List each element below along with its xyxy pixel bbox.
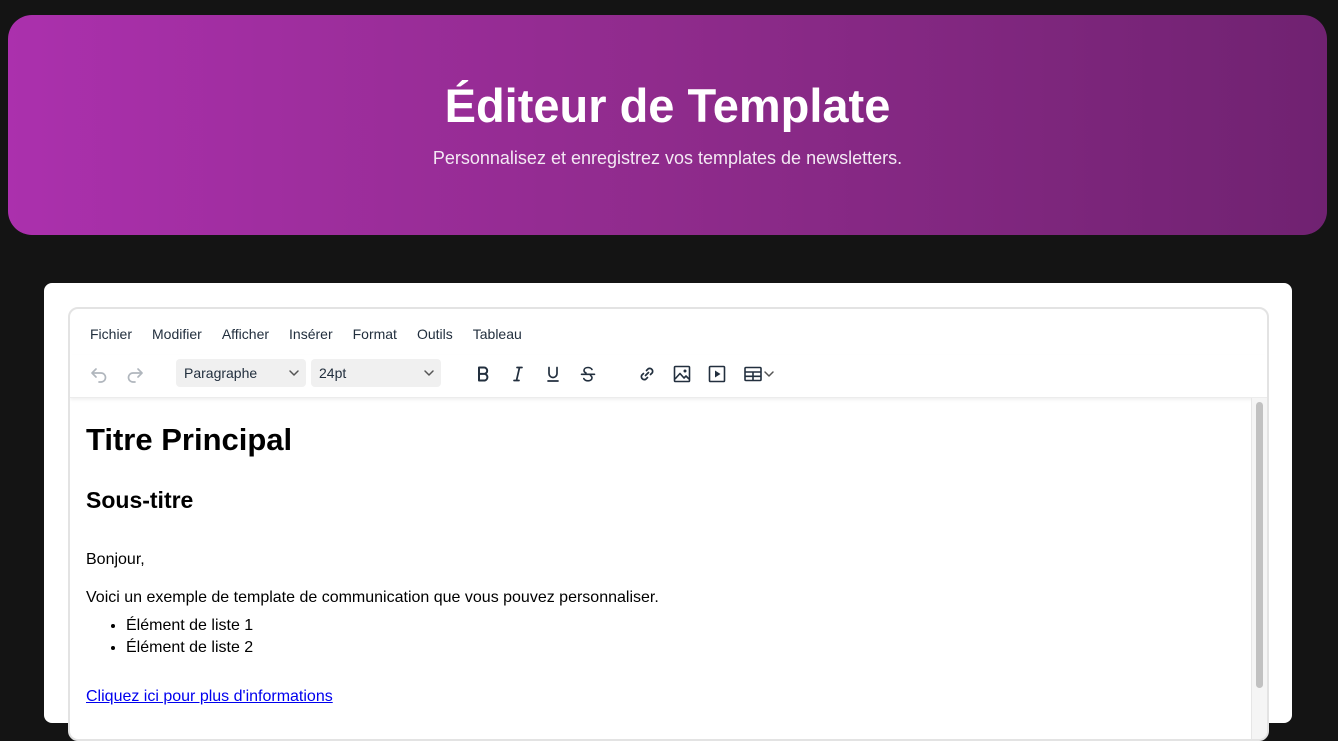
insert-image-button[interactable] <box>667 359 697 389</box>
bold-icon <box>478 366 489 382</box>
content-greeting: Bonjour, <box>86 551 145 568</box>
insert-media-button[interactable] <box>702 359 732 389</box>
strikethrough-icon <box>580 366 596 382</box>
content-link-paragraph: Cliquez ici pour plus d'informations <box>86 687 333 707</box>
page-title: Éditeur de Template <box>444 79 891 132</box>
menu-edit[interactable]: Modifier <box>140 323 210 345</box>
block-format-value: Paragraphe <box>184 365 258 381</box>
font-size-value: 24pt <box>319 365 347 381</box>
underline-icon <box>547 366 559 382</box>
insert-link-button[interactable] <box>632 359 662 389</box>
page-subtitle: Personnalisez et enregistrez vos templat… <box>432 148 903 168</box>
content-heading-1: Titre Principal <box>86 422 293 457</box>
page-header: Éditeur de Template Personnalisez et enr… <box>8 15 1327 235</box>
undo-icon <box>91 368 107 383</box>
redo-button[interactable] <box>120 359 150 389</box>
redo-icon <box>127 368 143 383</box>
menu-view[interactable]: Afficher <box>210 323 277 345</box>
italic-icon <box>513 366 523 382</box>
bold-button[interactable] <box>468 359 498 389</box>
link-icon <box>640 367 654 381</box>
chevron-down-icon <box>424 370 434 376</box>
chevron-down-icon <box>764 371 774 377</box>
block-format-select[interactable]: Paragraphe <box>176 359 306 387</box>
italic-button[interactable] <box>503 359 533 389</box>
list-item: Élément de liste 2 <box>126 637 253 659</box>
image-icon <box>673 365 691 383</box>
editor-menubar: Fichier Modifier Afficher Insérer Format… <box>78 323 530 345</box>
list-item: Élément de liste 1 <box>126 615 253 637</box>
more-info-link[interactable]: Cliquez ici pour plus d'informations <box>86 688 333 705</box>
menu-tools[interactable]: Outils <box>405 323 461 345</box>
table-icon <box>744 366 762 382</box>
font-size-select[interactable]: 24pt <box>311 359 441 387</box>
menu-insert[interactable]: Insérer <box>277 323 341 345</box>
chevron-down-icon <box>289 370 299 376</box>
strikethrough-button[interactable] <box>573 359 603 389</box>
menu-table[interactable]: Tableau <box>461 323 530 345</box>
rich-text-editor: Fichier Modifier Afficher Insérer Format… <box>68 307 1269 741</box>
undo-button[interactable] <box>84 359 114 389</box>
editor-scrollbar[interactable] <box>1251 398 1267 739</box>
media-icon <box>708 365 726 383</box>
menu-format[interactable]: Format <box>341 323 405 345</box>
editor-card: Fichier Modifier Afficher Insérer Format… <box>44 283 1292 741</box>
editor-content-area[interactable]: Titre Principal Sous-titre Bonjour, Voic… <box>70 398 1251 739</box>
content-heading-2: Sous-titre <box>86 487 194 513</box>
menu-file[interactable]: Fichier <box>78 323 140 345</box>
content-paragraph: Voici un exemple de template de communic… <box>86 589 659 606</box>
insert-table-button[interactable] <box>737 359 781 389</box>
scrollbar-thumb[interactable] <box>1256 402 1263 688</box>
editor-toolbar: Paragraphe 24pt <box>70 355 1267 398</box>
content-list: Élément de liste 1 Élément de liste 2 <box>86 615 253 659</box>
underline-button[interactable] <box>538 359 568 389</box>
